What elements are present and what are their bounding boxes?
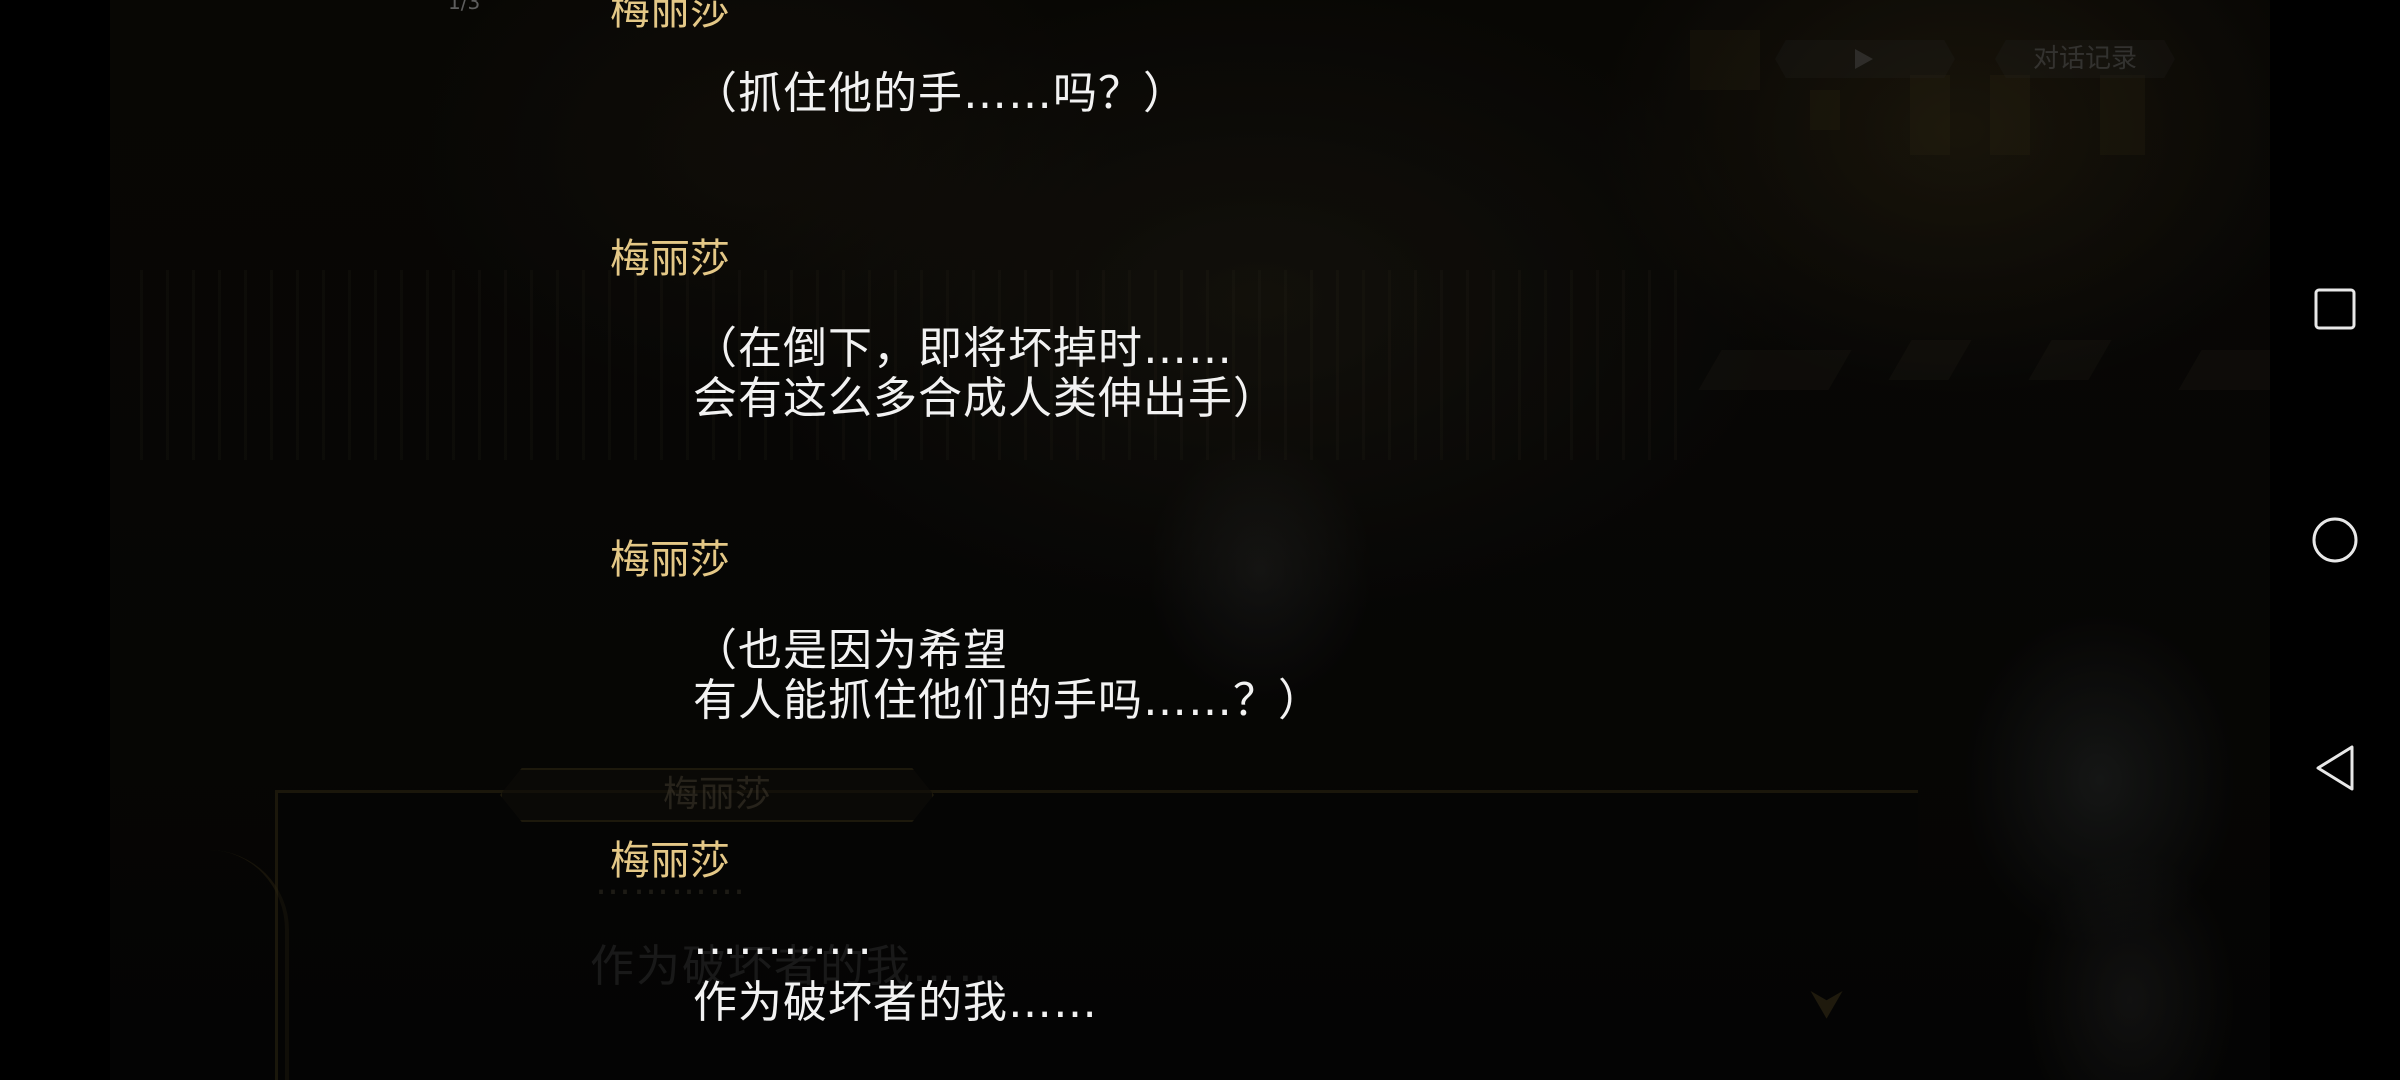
system-nav-bar <box>2270 0 2400 1080</box>
speaker-name: 梅丽莎 <box>610 537 730 583</box>
dialogue-line: （抓住他的手……吗？） <box>693 68 1188 119</box>
speaker-name: 梅丽莎 <box>610 838 730 884</box>
game-screen: 对话记录 梅丽莎 ………… 作为破坏者的我…… ⮟ 1/3 梅丽莎 （抓住他的手… <box>0 0 2400 1080</box>
dialogue-log-panel[interactable]: 梅丽莎 （抓住他的手……吗？） 梅丽莎 （在倒下，即将坏掉时…… 会有这么多合成… <box>0 0 2270 1080</box>
back-triangle-icon <box>2316 745 2354 791</box>
speaker-name: 梅丽莎 <box>610 236 730 282</box>
dialogue-line: 有人能抓住他们的手吗……？） <box>693 675 1323 726</box>
recents-button[interactable] <box>2295 269 2375 349</box>
back-button[interactable] <box>2295 728 2375 808</box>
dialogue-line: 作为破坏者的我…… <box>693 977 1098 1028</box>
home-button[interactable] <box>2295 500 2375 580</box>
speaker-name: 梅丽莎 <box>610 0 730 34</box>
dialogue-line: ………… <box>693 914 873 965</box>
recents-square-icon <box>2314 288 2356 330</box>
dialogue-line: 会有这么多合成人类伸出手） <box>693 373 1278 424</box>
home-circle-icon <box>2312 517 2358 563</box>
